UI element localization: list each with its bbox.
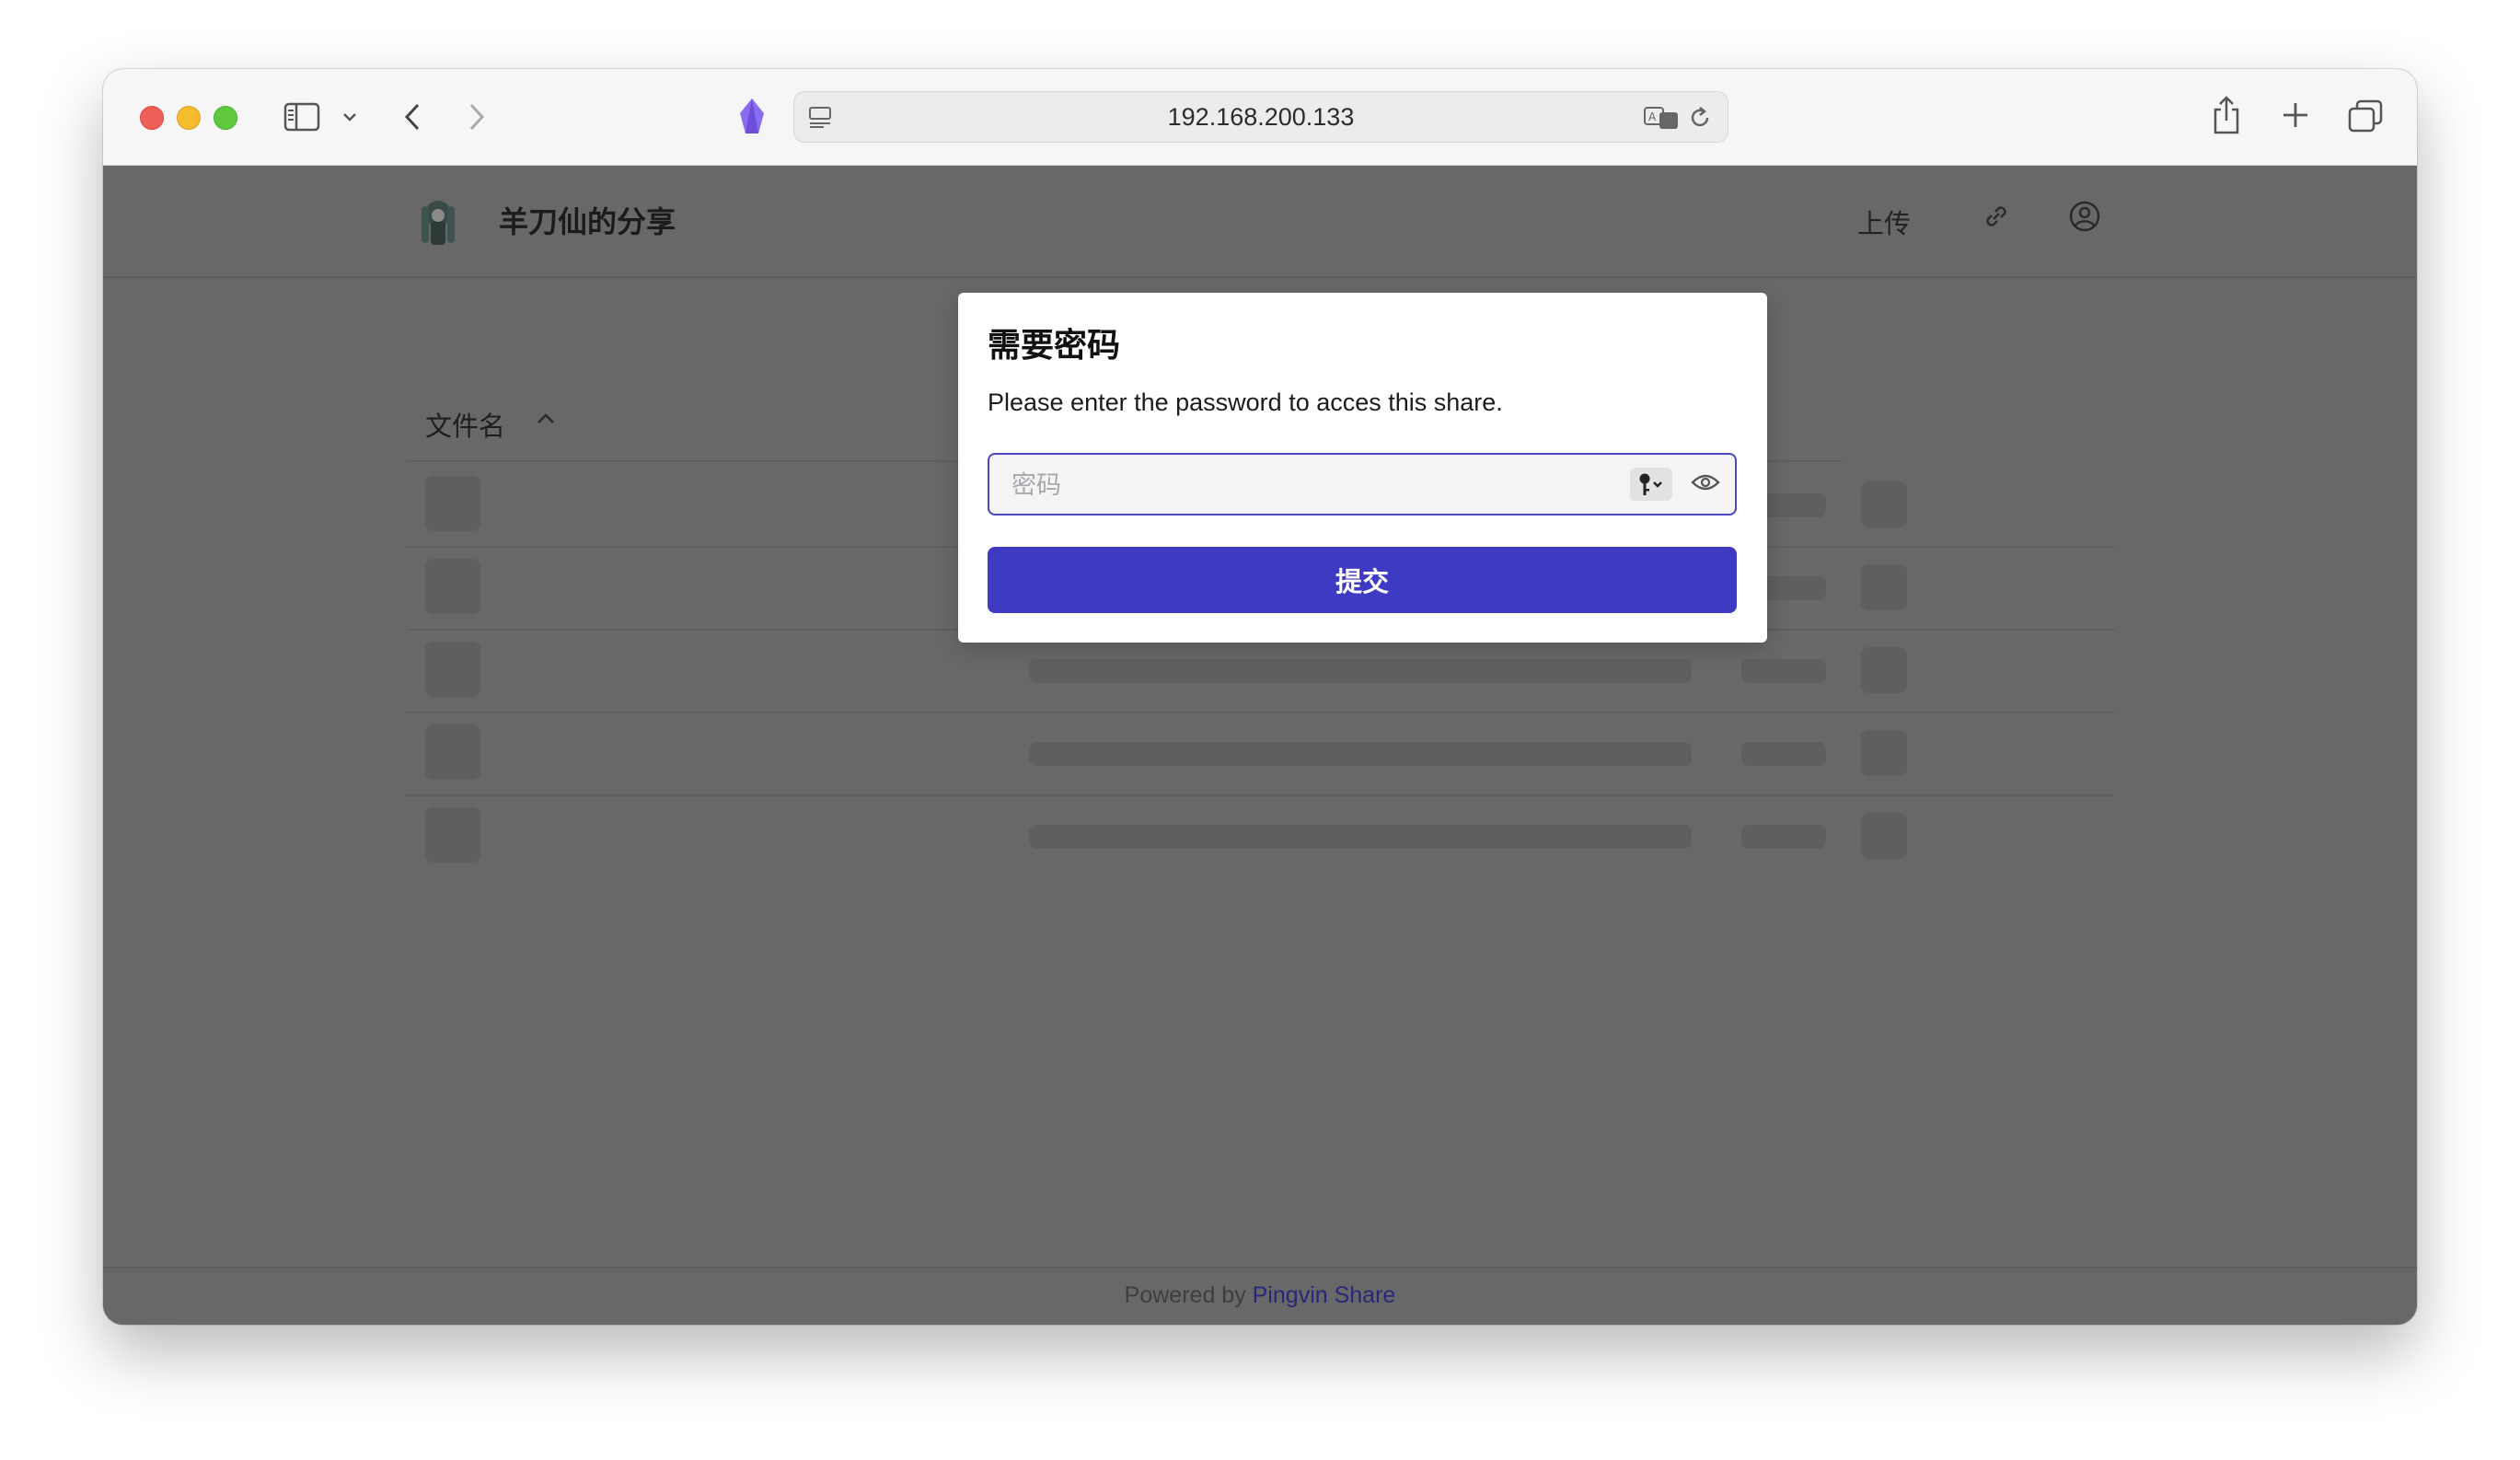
translate-icon[interactable]: A (1643, 105, 1680, 131)
site-logo[interactable] (412, 193, 464, 247)
skeleton-thumbnail (425, 559, 480, 614)
browser-window: 192.168.200.133 A 羊刀仙的分享 上传 文件名 Powered … (103, 69, 2417, 1325)
skeleton-action (1861, 481, 1907, 527)
skeleton-size (1741, 659, 1826, 683)
skeleton-action (1861, 730, 1907, 776)
show-password-icon[interactable] (1691, 471, 1720, 498)
user-avatar-icon[interactable] (2067, 199, 2102, 238)
skeleton-size (1741, 825, 1826, 849)
close-window-button[interactable] (140, 106, 164, 130)
skeleton-thumbnail (425, 642, 480, 697)
key-icon[interactable] (1630, 468, 1672, 501)
reload-icon[interactable] (1687, 105, 1713, 131)
password-field (988, 453, 1737, 516)
app-header: 羊刀仙的分享 上传 (103, 166, 2417, 278)
modal-description: Please enter the password to acces this … (988, 388, 1503, 416)
skeleton-action (1861, 564, 1907, 610)
submit-button[interactable]: 提交 (988, 547, 1737, 613)
skeleton-thumbnail (425, 476, 480, 531)
minimize-window-button[interactable] (177, 106, 201, 130)
sort-ascending-icon[interactable] (536, 412, 556, 430)
chevron-down-icon[interactable] (342, 111, 357, 122)
share-icon[interactable] (2211, 95, 2242, 135)
footer: Powered by Pingvin Share (103, 1267, 2417, 1325)
back-icon[interactable] (403, 102, 422, 132)
password-modal: 需要密码 Please enter the password to acces … (958, 293, 1767, 643)
footer-brand-link[interactable]: Pingvin Share (1253, 1282, 1396, 1308)
footer-prefix: Powered by (1124, 1282, 1246, 1308)
skeleton-thumbnail (425, 724, 480, 780)
skeleton-action (1861, 813, 1907, 859)
new-tab-icon[interactable] (2281, 100, 2310, 130)
skeleton-thumbnail (425, 807, 480, 863)
column-header-filename[interactable]: 文件名 (425, 405, 505, 444)
password-input[interactable] (989, 455, 1639, 516)
extension-icon[interactable] (736, 97, 768, 135)
table-row-skeleton (407, 794, 2115, 877)
site-title[interactable]: 羊刀仙的分享 (499, 199, 676, 241)
address-bar[interactable]: 192.168.200.133 A (793, 91, 1728, 143)
link-icon[interactable] (1981, 201, 2012, 237)
modal-title: 需要密码 (988, 326, 1121, 364)
svg-text:A: A (1648, 110, 1657, 123)
tab-overview-icon[interactable] (2347, 98, 2384, 133)
skeleton-text (1029, 742, 1692, 766)
zoom-window-button[interactable] (214, 106, 237, 130)
forward-icon[interactable] (468, 102, 486, 132)
nav-upload-link[interactable]: 上传 (1857, 203, 1911, 241)
table-row-skeleton (407, 712, 2115, 796)
sidebar-toggle-icon[interactable] (283, 102, 320, 132)
skeleton-text (1029, 825, 1692, 849)
skeleton-action (1861, 647, 1907, 693)
browser-toolbar: 192.168.200.133 A (103, 69, 2417, 166)
skeleton-size (1741, 742, 1826, 766)
url-text: 192.168.200.133 (1167, 103, 1355, 131)
skeleton-text (1029, 659, 1692, 683)
